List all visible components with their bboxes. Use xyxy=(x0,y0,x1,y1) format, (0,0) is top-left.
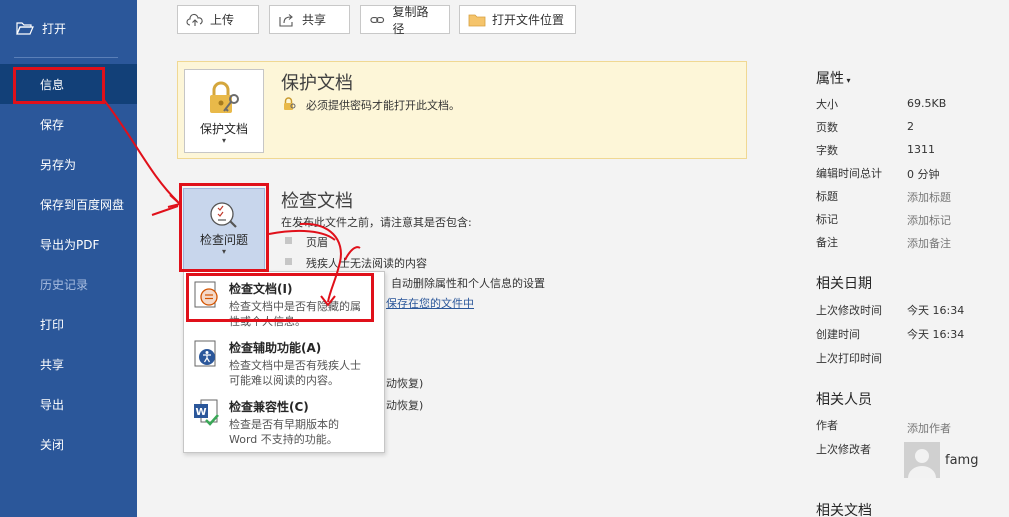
menu-item-title: 检查辅助功能(A) xyxy=(229,341,322,355)
version-recover-text: 动恢复) xyxy=(386,377,424,390)
prop-label: 标题 xyxy=(816,190,838,203)
protect-document-panel: 保护文档 ▾ 保护文档 必须提供密码才能打开此文档。 xyxy=(177,61,747,159)
chevron-down-icon: ▾ xyxy=(844,76,851,85)
prop-label: 创建时间 xyxy=(816,328,860,341)
protect-document-button[interactable]: 保护文档 ▾ xyxy=(184,69,264,153)
protect-document-title: 保护文档 xyxy=(281,73,353,94)
comments-field[interactable]: 添加备注 xyxy=(907,235,951,251)
share-icon xyxy=(279,13,293,27)
menu-item-desc: 检查是否有早期版本的 Word 不支持的功能。 xyxy=(229,418,339,446)
copy-path-label: 复制路径 xyxy=(392,4,429,36)
sidebar-divider xyxy=(14,57,118,58)
sidebar-item-save-to-baidu[interactable]: 保存到百度网盘 xyxy=(0,184,137,224)
related-documents-header: 相关文档 xyxy=(816,503,872,517)
bullet xyxy=(285,237,292,244)
upload-button[interactable]: 上传 xyxy=(177,5,259,34)
folder-open-icon xyxy=(16,22,34,35)
small-lock-icon xyxy=(284,97,296,110)
sidebar-item-close[interactable]: 关闭 xyxy=(0,424,137,464)
prop-label: 备注 xyxy=(816,236,838,249)
prop-value: 今天 16:34 xyxy=(907,328,965,341)
menu-item-check-accessibility[interactable]: 检查辅助功能(A) 检查文档中是否有残疾人士可能难以阅读的内容。 xyxy=(184,333,384,391)
accessibility-icon xyxy=(194,340,216,367)
sidebar-item-open[interactable]: 打开 xyxy=(0,8,137,48)
menu-item-check-compatibility[interactable]: W 检查兼容性(C) 检查是否有早期版本的 Word 不支持的功能。 xyxy=(184,392,384,450)
inspect-bullet-item: 页眉 xyxy=(306,236,328,249)
sidebar-item-save[interactable]: 保存 xyxy=(0,104,137,144)
upload-label: 上传 xyxy=(210,13,235,27)
title-field[interactable]: 添加标题 xyxy=(907,189,951,205)
properties-header-label: 属性 xyxy=(816,71,844,87)
link-icon xyxy=(370,16,385,23)
inspect-bullet-item: 残疾人士无法阅读的内容 xyxy=(306,257,427,270)
open-file-location-button[interactable]: 打开文件位置 xyxy=(459,5,576,34)
inspect-intro: 在发布此文件之前，请注意其是否包含: xyxy=(281,216,472,229)
cloud-upload-icon xyxy=(186,13,203,26)
prop-label: 上次打印时间 xyxy=(816,352,882,365)
prop-value: 2 xyxy=(907,120,914,133)
sidebar-item-label: 保存到百度网盘 xyxy=(40,197,125,212)
prop-label: 字数 xyxy=(816,144,838,157)
bullet xyxy=(285,258,292,265)
share-button[interactable]: 共享 xyxy=(269,5,350,34)
inspect-auto-remove-text: 自动删除属性和个人信息的设置 xyxy=(391,277,545,290)
lock-key-icon xyxy=(210,81,239,113)
annotation-box-info xyxy=(13,67,105,104)
sidebar-item-label: 关闭 xyxy=(40,437,65,452)
prop-label: 上次修改者 xyxy=(816,443,871,456)
backstage-view: 打开 信息 保存 另存为 保存到百度网盘 导出为PDF 历史记录 打印 共享 导… xyxy=(0,0,1009,517)
sidebar-item-label: 导出 xyxy=(40,397,65,412)
prop-label: 标记 xyxy=(816,213,838,226)
svg-text:W: W xyxy=(195,407,206,418)
prop-value: 1311 xyxy=(907,143,935,156)
last-modified-by-name[interactable]: famg xyxy=(945,453,978,468)
sidebar-item-export-pdf[interactable]: 导出为PDF xyxy=(0,224,137,264)
sidebar-item-history[interactable]: 历史记录 xyxy=(0,264,137,304)
prop-value: 0 分钟 xyxy=(907,168,940,181)
tags-field[interactable]: 添加标记 xyxy=(907,212,951,228)
prop-label: 编辑时间总计 xyxy=(816,167,882,180)
avatar xyxy=(904,442,940,478)
protect-document-button-label: 保护文档 xyxy=(199,122,248,136)
sidebar-item-label: 导出为PDF xyxy=(40,237,100,252)
copy-path-button[interactable]: 复制路径 xyxy=(360,4,450,36)
related-people-header: 相关人员 xyxy=(816,392,872,408)
protect-document-desc: 必须提供密码才能打开此文档。 xyxy=(306,99,460,112)
prop-label: 页数 xyxy=(816,121,838,134)
sidebar-item-label: 保存 xyxy=(40,117,65,132)
open-file-location-label: 打开文件位置 xyxy=(492,13,565,27)
prop-label: 上次修改时间 xyxy=(816,304,882,317)
sidebar-item-label: 打开 xyxy=(42,21,67,36)
prop-label: 大小 xyxy=(816,98,838,111)
prop-value: 69.5KB xyxy=(907,97,947,110)
prop-label: 作者 xyxy=(816,419,838,432)
inspect-saved-in-file-link[interactable]: 保存在您的文件中 xyxy=(386,295,474,311)
related-dates-header: 相关日期 xyxy=(816,276,872,292)
sidebar-item-share[interactable]: 共享 xyxy=(0,344,137,384)
sidebar-item-print[interactable]: 打印 xyxy=(0,304,137,344)
person-icon xyxy=(908,449,936,478)
sidebar-item-save-as[interactable]: 另存为 xyxy=(0,144,137,184)
annotation-box-inspect-document xyxy=(186,273,374,322)
version-recover-text: 动恢复) xyxy=(386,399,424,412)
sidebar-item-label: 打印 xyxy=(40,317,65,332)
properties-header[interactable]: 属性 ▾ xyxy=(816,68,851,88)
folder-icon xyxy=(468,14,486,26)
inspect-document-title: 检查文档 xyxy=(281,191,353,212)
menu-item-desc: 检查文档中是否有残疾人士可能难以阅读的内容。 xyxy=(229,359,361,387)
sidebar-item-label: 历史记录 xyxy=(40,277,89,292)
sidebar-item-label: 共享 xyxy=(40,357,65,372)
sidebar-item-export[interactable]: 导出 xyxy=(0,384,137,424)
share-label: 共享 xyxy=(302,13,327,27)
prop-value: 今天 16:34 xyxy=(907,304,965,317)
annotation-box-check-issues xyxy=(179,183,269,272)
menu-item-title: 检查兼容性(C) xyxy=(229,400,309,414)
sidebar-item-label: 另存为 xyxy=(40,157,77,172)
chevron-down-icon: ▾ xyxy=(221,136,226,145)
word-compatibility-icon: W xyxy=(194,399,219,426)
add-author-field[interactable]: 添加作者 xyxy=(907,420,951,436)
